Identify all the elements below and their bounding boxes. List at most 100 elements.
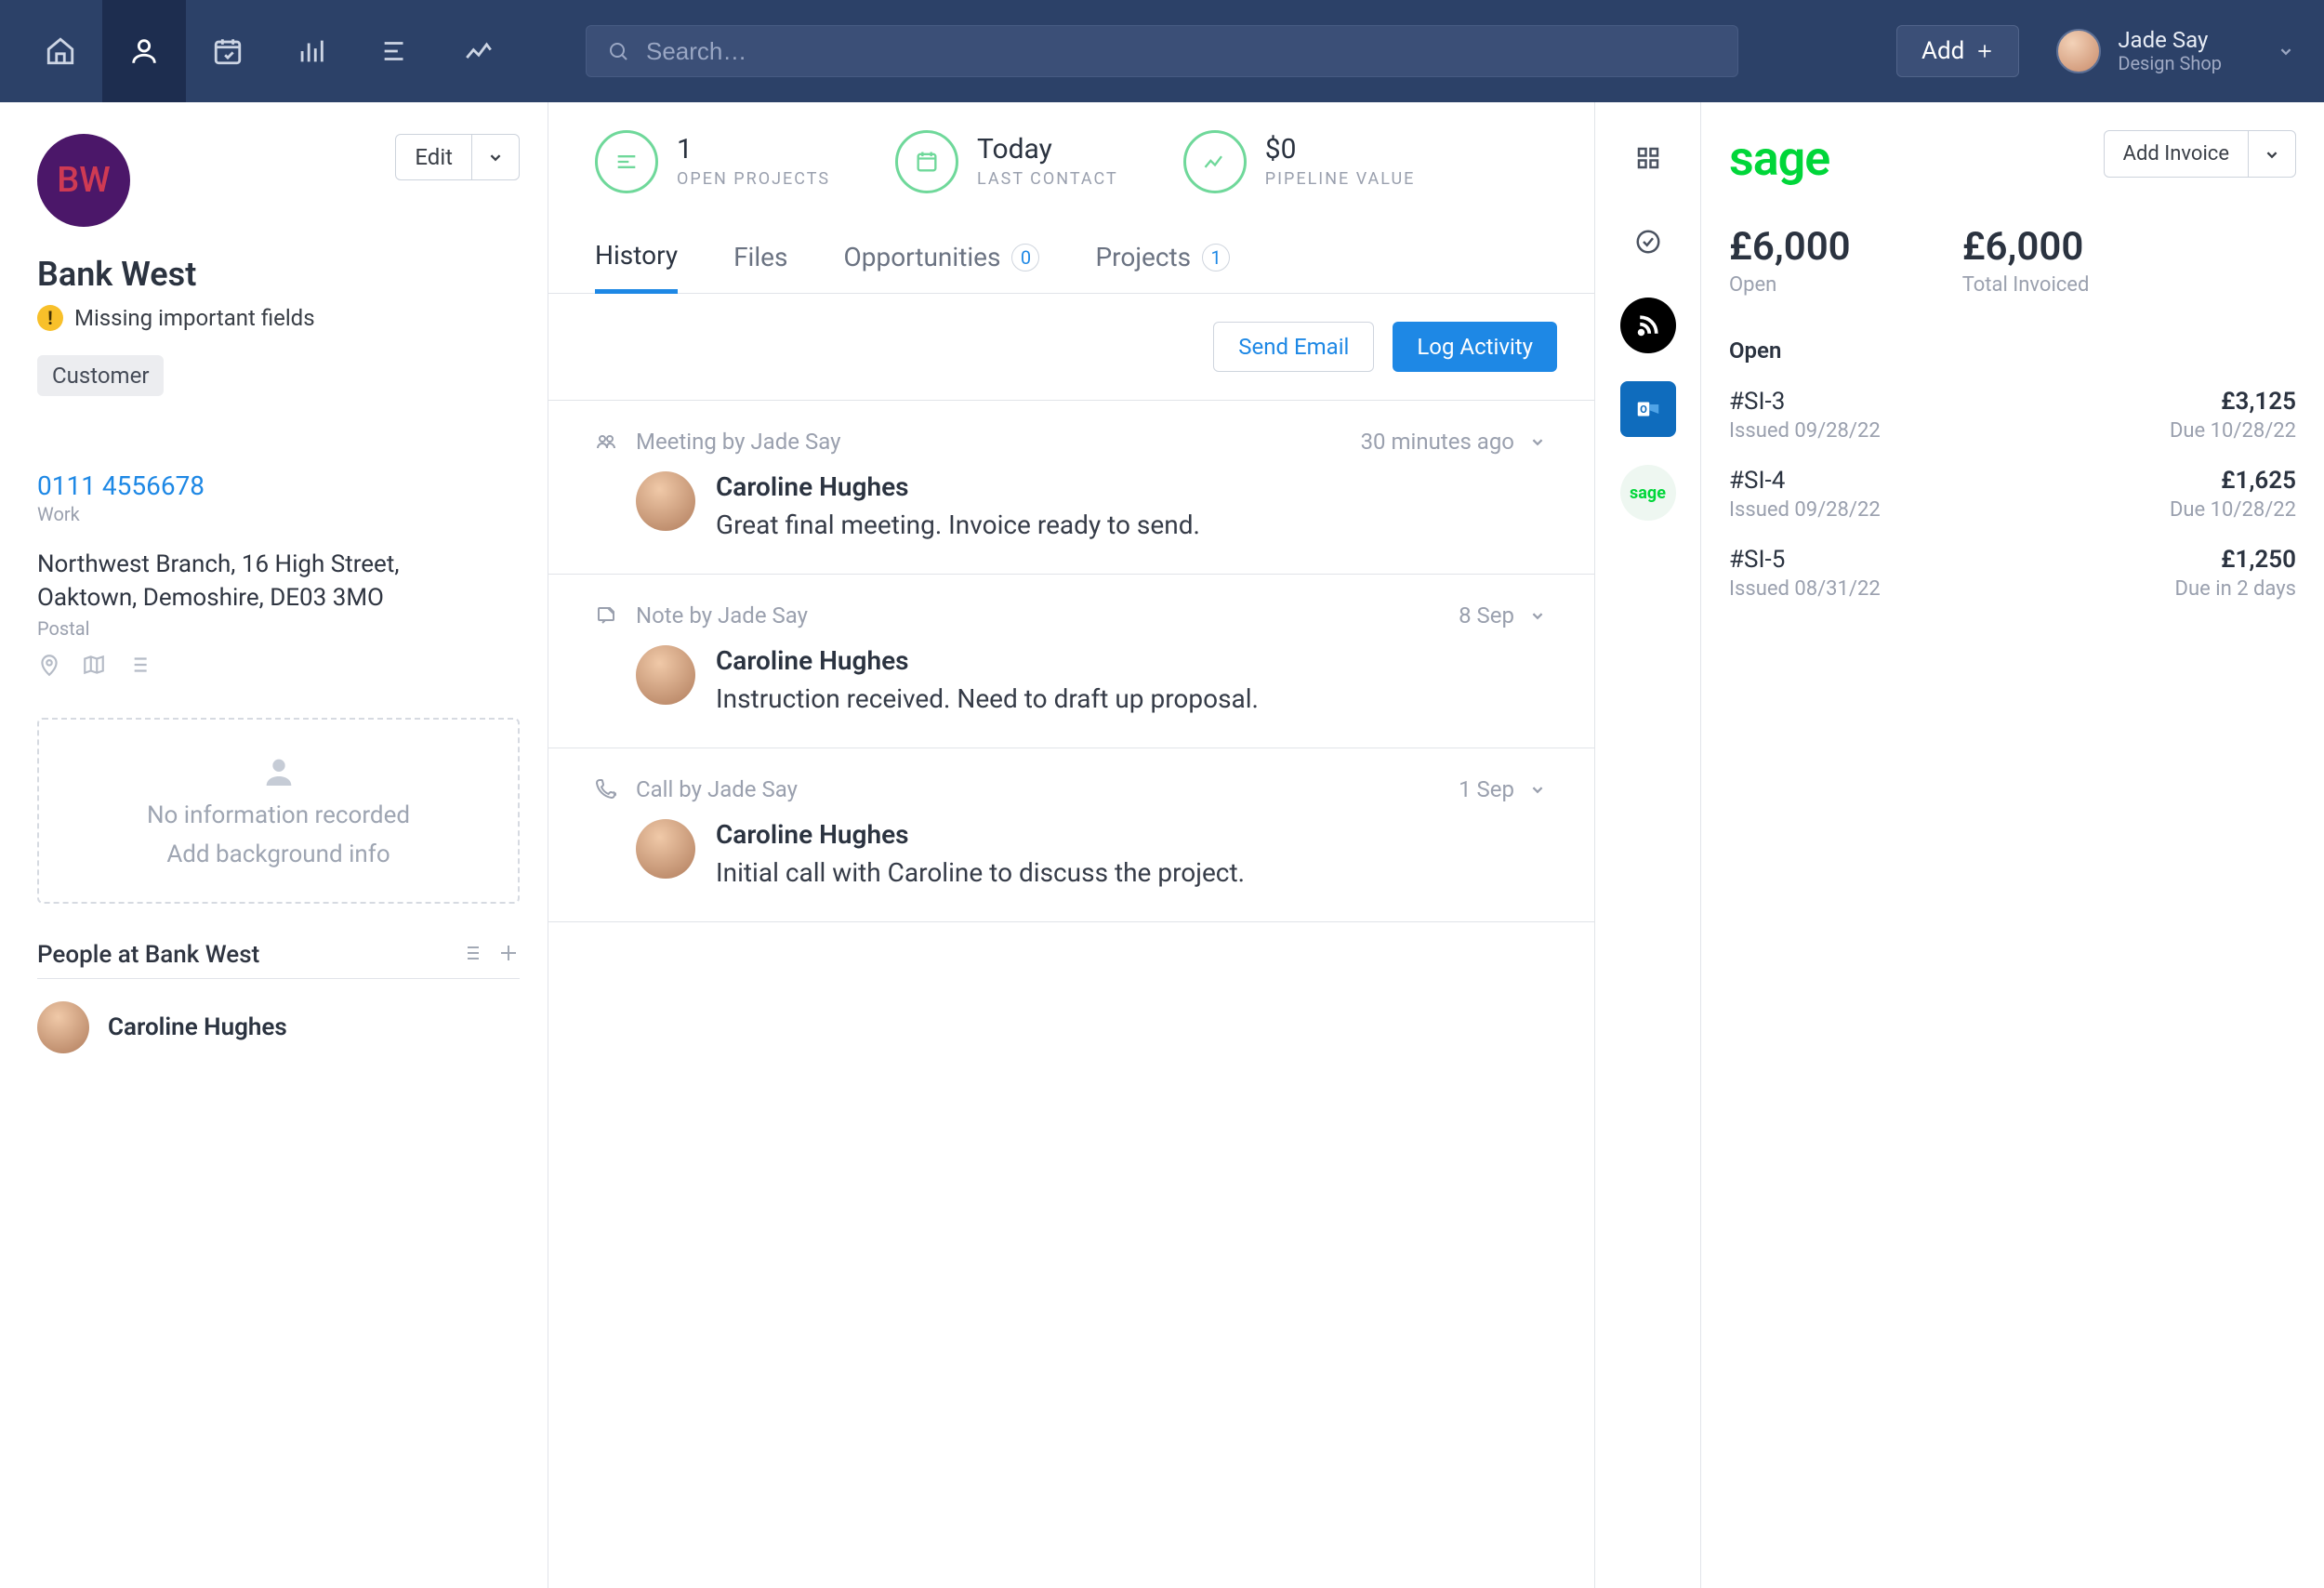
rail-feed-icon[interactable]	[1620, 298, 1676, 353]
open-projects-value: 1	[677, 136, 830, 164]
pin-icon[interactable]	[37, 653, 61, 681]
tab-files[interactable]: Files	[733, 227, 787, 293]
total-invoiced-amount: £6,000	[1962, 224, 2090, 270]
total-invoiced: £6,000 Total Invoiced	[1962, 224, 2090, 297]
invoice-due: Due in 2 days	[2175, 577, 2296, 601]
feed-type-icon	[595, 604, 621, 627]
chevron-down-icon	[1527, 779, 1548, 800]
nav-icons	[19, 0, 521, 102]
add-invoice-label[interactable]: Add Invoice	[2105, 131, 2248, 177]
feed-item[interactable]: Note by Jade Say8 Sep Caroline HughesIns…	[548, 575, 1594, 748]
feed-type-label: Meeting by Jade Say	[636, 429, 840, 455]
invoice-row[interactable]: #SI-3Issued 09/28/22£3,125Due 10/28/22	[1729, 388, 2296, 443]
person-avatar	[37, 1001, 89, 1053]
tag-customer[interactable]: Customer	[37, 355, 164, 396]
last-contact-label: LAST CONTACT	[977, 169, 1118, 189]
sage-logo: sage	[1729, 130, 1829, 187]
user-menu[interactable]: Jade Say Design Shop	[2056, 28, 2296, 74]
right-panel: sage Add Invoice £6,000 Open £6,000 Tota…	[1701, 102, 2324, 1588]
nav-calendar-icon[interactable]	[186, 0, 270, 102]
invoice-row[interactable]: #SI-4Issued 09/28/22£1,625Due 10/28/22	[1729, 467, 2296, 522]
feed-item[interactable]: Meeting by Jade Say30 minutes ago Caroli…	[548, 401, 1594, 575]
add-button[interactable]: Add	[1896, 25, 2019, 77]
open-projects-icon	[595, 130, 658, 193]
chevron-down-icon	[1527, 431, 1548, 452]
metric-last-contact[interactable]: Today LAST CONTACT	[895, 130, 1118, 193]
search-box[interactable]	[586, 25, 1738, 77]
feed-time[interactable]: 30 minutes ago	[1361, 429, 1548, 455]
feed-type-icon	[595, 778, 621, 801]
feed-avatar	[636, 471, 695, 531]
feed-message: Great final meeting. Invoice ready to se…	[716, 509, 1200, 540]
invoice-id: #SI-4	[1729, 467, 1881, 495]
nav-contacts-icon[interactable]	[102, 0, 186, 102]
edit-button-label[interactable]: Edit	[396, 135, 471, 179]
people-add-icon[interactable]	[497, 942, 520, 968]
feed-type-icon	[595, 430, 621, 453]
map-icon[interactable]	[82, 653, 106, 681]
invoice-row[interactable]: #SI-5 Issued 08/31/22 £1,250 Due in 2 days	[1729, 546, 2296, 601]
invoice-issued: Issued 08/31/22	[1729, 577, 1881, 601]
pipeline-value: $0	[1265, 136, 1416, 164]
user-sub: Design Shop	[2118, 52, 2222, 74]
phone-link[interactable]: 0111 4556678	[37, 470, 520, 501]
activity-feed: Meeting by Jade Say30 minutes ago Caroli…	[548, 401, 1594, 922]
invoice-issued: Issued 09/28/22	[1729, 419, 1881, 443]
caret-down-icon	[2276, 41, 2296, 61]
metric-pipeline[interactable]: $0 PIPELINE VALUE	[1183, 130, 1416, 193]
warning-icon: !	[37, 305, 63, 331]
tab-proj-count: 1	[1202, 244, 1230, 271]
center-panel: 1 OPEN PROJECTS Today LAST CONTACT $0 PI…	[548, 102, 1595, 1588]
pipeline-icon	[1183, 130, 1247, 193]
open-section-heading: Open	[1729, 337, 2296, 364]
chevron-down-icon	[1527, 605, 1548, 626]
rail-sage-icon[interactable]: sage	[1620, 465, 1676, 521]
total-invoiced-label: Total Invoiced	[1962, 273, 2090, 297]
people-list-icon[interactable]	[460, 942, 482, 968]
rail-outlook-icon[interactable]: O	[1620, 381, 1676, 437]
warning-text: Missing important fields	[74, 305, 315, 331]
list-icon[interactable]	[126, 653, 151, 681]
feed-item[interactable]: Call by Jade Say1 Sep Caroline HughesIni…	[548, 748, 1594, 922]
edit-button[interactable]: Edit	[395, 134, 520, 180]
open-projects-label: OPEN PROJECTS	[677, 169, 830, 189]
send-email-button[interactable]: Send Email	[1213, 322, 1374, 372]
warning-row[interactable]: ! Missing important fields	[37, 305, 520, 331]
nav-home-icon[interactable]	[19, 0, 102, 102]
invoice-amount: £1,250	[2175, 546, 2296, 574]
add-button-label: Add	[1921, 37, 1964, 65]
log-activity-label: Log Activity	[1417, 334, 1533, 360]
add-invoice-button[interactable]: Add Invoice	[2104, 130, 2296, 178]
feed-time[interactable]: 1 Sep	[1459, 776, 1548, 802]
feed-time[interactable]: 8 Sep	[1459, 602, 1548, 629]
bg-empty-line2: Add background info	[166, 840, 390, 868]
rail-apps-icon[interactable]	[1620, 130, 1676, 186]
log-activity-button[interactable]: Log Activity	[1393, 322, 1557, 372]
tab-history[interactable]: History	[595, 227, 678, 294]
feed-message: Initial call with Caroline to discuss th…	[716, 857, 1245, 888]
address-line1: Northwest Branch, 16 High Street,	[37, 548, 520, 581]
invoice-id: #SI-5	[1729, 546, 1881, 574]
add-invoice-caret[interactable]	[2248, 131, 2295, 177]
nav-tasks-icon[interactable]	[353, 0, 437, 102]
person-row[interactable]: Caroline Hughes	[37, 1001, 520, 1053]
tab-projects[interactable]: Projects1	[1095, 227, 1230, 293]
invoice-amount: £3,125	[2170, 388, 2296, 416]
nav-reports-icon[interactable]	[437, 0, 521, 102]
background-info-box[interactable]: No information recorded Add background i…	[37, 718, 520, 904]
tab-history-label: History	[595, 240, 678, 271]
feed-type-label: Note by Jade Say	[636, 602, 808, 629]
edit-button-caret[interactable]	[471, 135, 519, 179]
send-email-label: Send Email	[1238, 334, 1349, 360]
nav-pipeline-icon[interactable]	[270, 0, 353, 102]
tab-opp-label: Opportunities	[843, 242, 1000, 272]
invoice-id: #SI-3	[1729, 388, 1881, 416]
metric-open-projects[interactable]: 1 OPEN PROJECTS	[595, 130, 830, 193]
search-input[interactable]	[644, 36, 1717, 67]
integration-rail: O sage	[1595, 102, 1701, 1588]
rail-check-icon[interactable]	[1620, 214, 1676, 270]
people-heading: People at Bank West	[37, 941, 259, 969]
tab-opportunities[interactable]: Opportunities 0	[843, 227, 1039, 293]
tab-opp-count: 0	[1011, 244, 1039, 271]
total-open-label: Open	[1729, 273, 1851, 297]
